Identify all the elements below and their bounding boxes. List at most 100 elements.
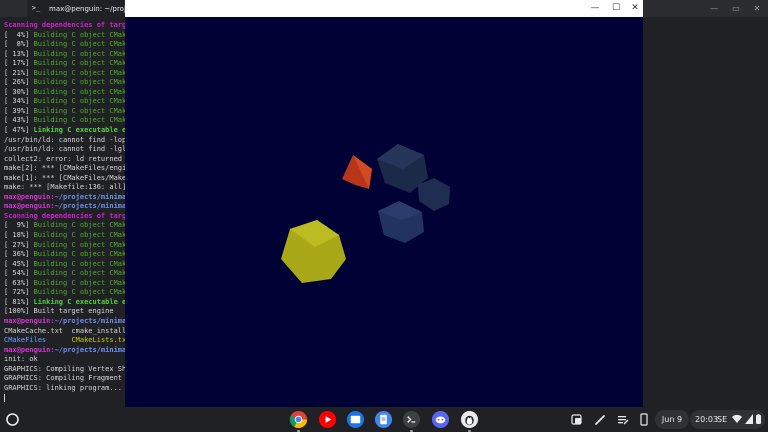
terminal-line-text: Building C object CMakeF [33,116,126,125]
terminal-line-text: max@penguin: [4,316,55,325]
terminal-line-text: make[2]: *** [CMakeFiles/engine [4,164,126,173]
graphics-close-button[interactable]: ✕ [628,2,642,15]
terminal-line-text: GRAPHICS: Compiling Vertex Shad [4,364,126,373]
terminal-close-button[interactable]: ✕ [750,2,764,15]
terminal-line-text: ~/projects/minimal- [54,202,126,211]
terminal-line-text: make: *** [Makefile:136: all] E [4,183,126,192]
terminal-line-text: collect2: error: ld returned 1 [4,154,126,163]
youtube-icon[interactable] [318,410,337,429]
terminal-line: [ 72%] Building C object CMakeF [4,288,126,298]
terminal-line-text: [ 81%] [4,297,34,306]
terminal-line: max@penguin:~/projects/minimal- [4,317,126,327]
terminal-line-text: Building C object CMakeF [33,59,126,68]
shelf: Jun 9 20:03 SE [0,407,768,432]
terminal-line-text: Building C object CMakeF [33,68,126,77]
terminal-line-text: /usr/bin/ld: cannot find -lopen [4,135,126,144]
terminal-restore-button[interactable]: ▭ [729,2,743,15]
terminal-line-text: [ 13%] [4,49,34,58]
terminal-line-text: [ 72%] [4,288,34,297]
terminal-line: Scanning dependencies of target [4,212,126,222]
notes-icon[interactable] [614,410,632,429]
terminal-line-text: ~/projects/minimal- [54,316,126,325]
terminal-line-text: Building C object CMakeF [33,288,126,297]
graphics-window[interactable]: — ☐ ✕ [125,0,643,407]
terminal-line-text: [ 63%] [4,278,34,287]
terminal-empty-area [643,17,768,407]
terminal-line: collect2: error: ld returned 1 [4,155,126,165]
terminal-line-text: Building C object CMakeF [33,106,126,115]
blue-cube-right [418,178,450,211]
terminal-line-text: make[1]: *** [CMakeFiles/Makefi [4,173,126,182]
terminal-line-text: Scanning dependencies of target [4,211,126,220]
phone-hub-icon[interactable] [636,410,652,429]
terminal-line-text: Building C object CMakeF [33,259,126,268]
terminal-line-text: Building C object CMakeF [33,221,126,230]
terminal-line-text: Linking C executable eng [33,297,126,306]
terminal-line: make: *** [Makefile:136: all] E [4,183,126,193]
docs-icon[interactable] [374,410,393,429]
terminal-app-icon[interactable] [402,410,421,429]
date-display[interactable]: Jun 9 [655,410,689,429]
terminal-line: [ 27%] Building C object CMakeF [4,241,126,251]
tote-icon[interactable] [568,410,586,429]
terminal-line-text: [ 34%] [4,97,34,106]
terminal-line-text: CMakeFiles [4,336,72,345]
terminal-line: [ 9%] Building C object CMakeF [4,221,126,231]
terminal-line: [ 8%] Building C object CMakeF [4,40,126,50]
region-label: SE [717,415,728,424]
terminal-line-text: Building C object CMakeF [33,278,126,287]
terminal-line: GRAPHICS: Compiling Vertex Shad [4,365,126,375]
terminal-line: max@penguin:~/projects/minimal- [4,193,126,203]
graphics-maximize-button[interactable]: ☐ [609,2,623,15]
files-icon[interactable] [346,410,365,429]
terminal-line-text: [100%] Built target engine [4,307,114,316]
terminal-line-text: [ 43%] [4,116,34,125]
terminal-line: max@penguin:~/projects/minimal- [4,346,126,356]
terminal-cursor [4,394,5,403]
terminal-line-text: Building C object CMakeF [33,97,126,106]
terminal-line-text: [ 18%] [4,231,34,240]
terminal-line: make[1]: *** [CMakeFiles/Makefi [4,174,126,184]
chrome-icon[interactable] [289,410,308,429]
terminal-line: GRAPHICS: linking program... OK [4,384,126,394]
terminal-line: Scanning dependencies of target [4,21,126,31]
terminal-line-text: [ 39%] [4,106,34,115]
signal-icon [745,414,753,424]
terminal-line-text: [ 4%] [4,30,34,39]
launcher-icon[interactable] [5,412,20,427]
terminal-line: init: ok [4,355,126,365]
terminal-line: [ 17%] Building C object CMakeF [4,59,126,69]
status-area[interactable]: 20:03 SE [690,410,765,429]
terminal-line: [ 26%] Building C object CMakeF [4,78,126,88]
terminal-line-text: GRAPHICS: Compiling Fragment Sh [4,374,126,383]
terminal-line: GRAPHICS: Compiling Fragment Sh [4,374,126,384]
terminal-line-text: Building C object CMakeF [33,231,126,240]
terminal-line-text: [ 9%] [4,221,34,230]
terminal-line-text: GRAPHICS: linking program... OK [4,383,126,392]
scene [281,144,450,283]
terminal-line: /usr/bin/ld: cannot find -lglu3 [4,145,126,155]
terminal-line: [ 30%] Building C object CMakeF [4,88,126,98]
terminal-line-text: [ 27%] [4,240,34,249]
terminal-output[interactable]: Scanning dependencies of target[ 4%] Bui… [4,21,126,407]
terminal-line-text: ~/projects/minimal- [54,192,126,201]
time-display: 20:03 [695,415,719,424]
graphics-titlebar[interactable]: — ☐ ✕ [125,0,643,18]
terminal-line-text: Building C object CMakeF [33,250,126,259]
terminal-line: make[2]: *** [CMakeFiles/engine [4,164,126,174]
terminal-line-text: [ 54%] [4,269,34,278]
terminal-line-text: [ 45%] [4,259,34,268]
terminal-line: [ 21%] Building C object CMakeF [4,69,126,79]
graphics-minimize-button[interactable]: — [588,2,602,15]
terminal-line-text: Scanning dependencies of target [4,21,126,29]
terminal-line: [100%] Built target engine [4,307,126,317]
terminal-line-text: Building C object CMakeF [33,40,126,49]
terminal-line: [ 39%] Building C object CMakeF [4,107,126,117]
linux-penguin-icon[interactable] [460,410,479,429]
render-canvas[interactable] [125,17,643,407]
terminal-icon: >_ [31,4,41,12]
pen-icon[interactable] [591,410,609,429]
terminal-tab[interactable]: >_ max@penguin: ~/projects/minimal- [27,0,125,17]
discord-icon[interactable] [431,410,450,429]
terminal-minimize-button[interactable]: — [707,2,721,15]
